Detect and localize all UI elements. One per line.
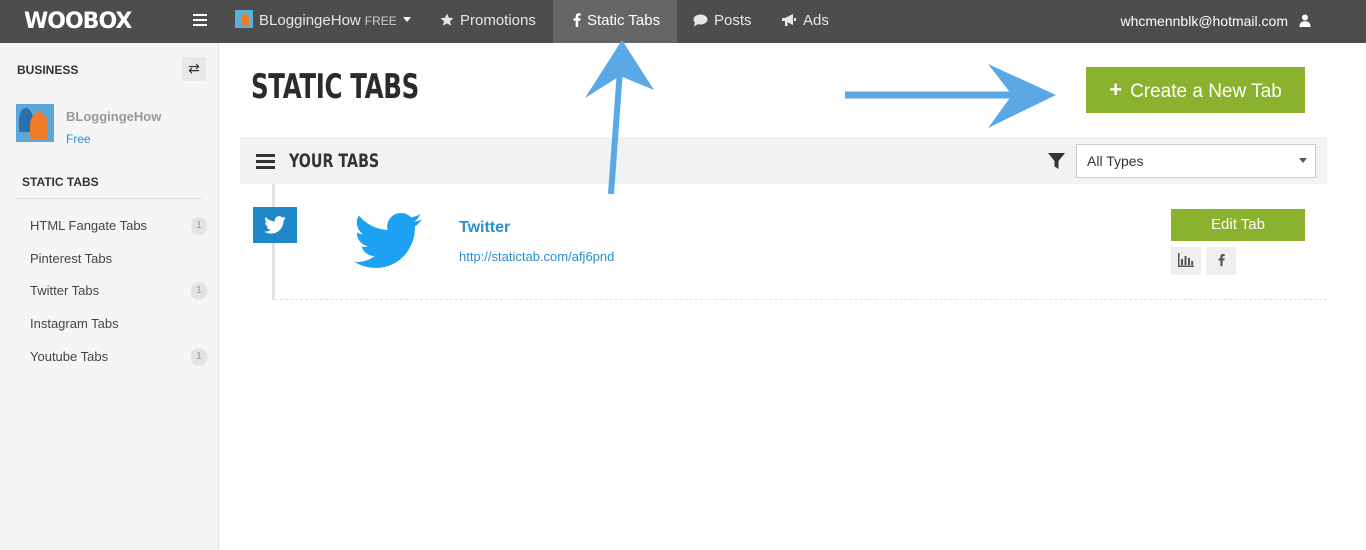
sidebar-item-twitter-tabs[interactable]: Twitter Tabs 1 xyxy=(30,280,208,302)
edit-tab-button[interactable]: Edit Tab xyxy=(1171,209,1305,241)
tab-card-divider xyxy=(275,299,1327,300)
sidebar-item-instagram-tabs[interactable]: Instagram Tabs xyxy=(30,313,208,335)
list-menu-icon[interactable] xyxy=(256,154,275,172)
facebook-button[interactable] xyxy=(1206,247,1236,275)
business-label: BUSINESS xyxy=(17,63,79,77)
sidebar-item-label: HTML Fangate Tabs xyxy=(30,218,148,233)
top-nav: WOOBOX BLoggingeHow FREE Promotions Stati… xyxy=(0,0,1366,43)
facebook-icon xyxy=(1218,254,1225,267)
count-badge: 1 xyxy=(191,217,207,235)
account-plan-tag: FREE xyxy=(364,14,397,28)
twitter-logo-icon xyxy=(354,212,422,268)
speech-bubble-icon xyxy=(693,14,708,27)
sidebar: BUSINESS ⇄ BLoggingeHow Free STATIC TABS… xyxy=(0,43,219,550)
sidebar-item-label: Pinterest Tabs xyxy=(30,251,113,266)
sidebar-account-plan[interactable]: Free xyxy=(66,132,91,146)
twitter-type-badge xyxy=(253,207,297,243)
nav-static-tabs[interactable]: Static Tabs xyxy=(553,0,677,43)
annotation-arrow-right-icon xyxy=(845,64,1056,128)
page-title: STATIC TABS xyxy=(251,67,419,107)
hamburger-menu-icon[interactable] xyxy=(193,14,207,29)
sidebar-item-label: Twitter Tabs xyxy=(30,283,100,298)
nav-posts-label: Posts xyxy=(714,12,752,29)
switch-account-button[interactable]: ⇄ xyxy=(182,57,206,81)
sidebar-item-label: Instagram Tabs xyxy=(30,316,119,331)
nav-ads-label: Ads xyxy=(803,12,829,29)
create-new-tab-button[interactable]: + Create a New Tab xyxy=(1086,67,1305,113)
plus-icon: + xyxy=(1109,77,1123,102)
nav-promotions[interactable]: Promotions xyxy=(440,0,536,43)
sidebar-item-html-fangate-tabs[interactable]: HTML Fangate Tabs 1 xyxy=(30,215,208,237)
nav-promotions-label: Promotions xyxy=(460,12,536,29)
sidebar-item-youtube-tabs[interactable]: Youtube Tabs 1 xyxy=(30,346,208,368)
count-badge: 1 xyxy=(191,282,207,300)
nav-ads[interactable]: Ads xyxy=(781,0,829,43)
static-tabs-section-title: STATIC TABS xyxy=(22,175,99,189)
user-icon[interactable] xyxy=(1299,14,1311,27)
star-icon xyxy=(440,13,454,26)
account-logo-icon xyxy=(235,10,253,28)
account-switcher[interactable]: BLoggingeHow FREE xyxy=(235,0,411,43)
sidebar-account-name: BLoggingeHow xyxy=(66,109,162,124)
create-new-tab-label: Create a New Tab xyxy=(1130,81,1282,102)
tab-url-link[interactable]: http://statictab.com/afj6pnd xyxy=(459,249,614,264)
stats-button[interactable] xyxy=(1171,247,1201,275)
chevron-down-icon xyxy=(402,17,411,22)
sidebar-item-pinterest-tabs[interactable]: Pinterest Tabs xyxy=(30,248,208,270)
bar-chart-icon xyxy=(1178,253,1194,267)
your-tabs-title: YOUR TABS xyxy=(289,150,380,172)
type-filter-select[interactable]: All Types xyxy=(1076,144,1316,178)
user-email[interactable]: whcmennblk@hotmail.com xyxy=(1121,0,1289,42)
account-name: BLoggingeHow xyxy=(259,12,361,29)
filter-icon xyxy=(1048,153,1065,169)
tab-name-link[interactable]: Twitter xyxy=(459,219,510,237)
nav-static-tabs-label: Static Tabs xyxy=(587,12,661,29)
sidebar-item-label: Youtube Tabs xyxy=(30,349,109,364)
facebook-icon xyxy=(573,13,581,27)
swap-arrows-icon: ⇄ xyxy=(188,60,200,76)
chevron-down-icon xyxy=(1299,158,1307,163)
woobox-logo[interactable]: WOOBOX xyxy=(24,9,132,34)
megaphone-icon xyxy=(782,14,796,26)
divider xyxy=(16,198,202,199)
scrollbar[interactable] xyxy=(1349,43,1366,550)
type-filter-value: All Types xyxy=(1087,153,1144,169)
nav-posts[interactable]: Posts xyxy=(693,0,752,43)
your-tabs-header: YOUR TABS All Types xyxy=(240,137,1327,184)
twitter-icon xyxy=(264,216,286,234)
count-badge: 1 xyxy=(191,348,207,366)
account-avatar xyxy=(16,104,54,142)
